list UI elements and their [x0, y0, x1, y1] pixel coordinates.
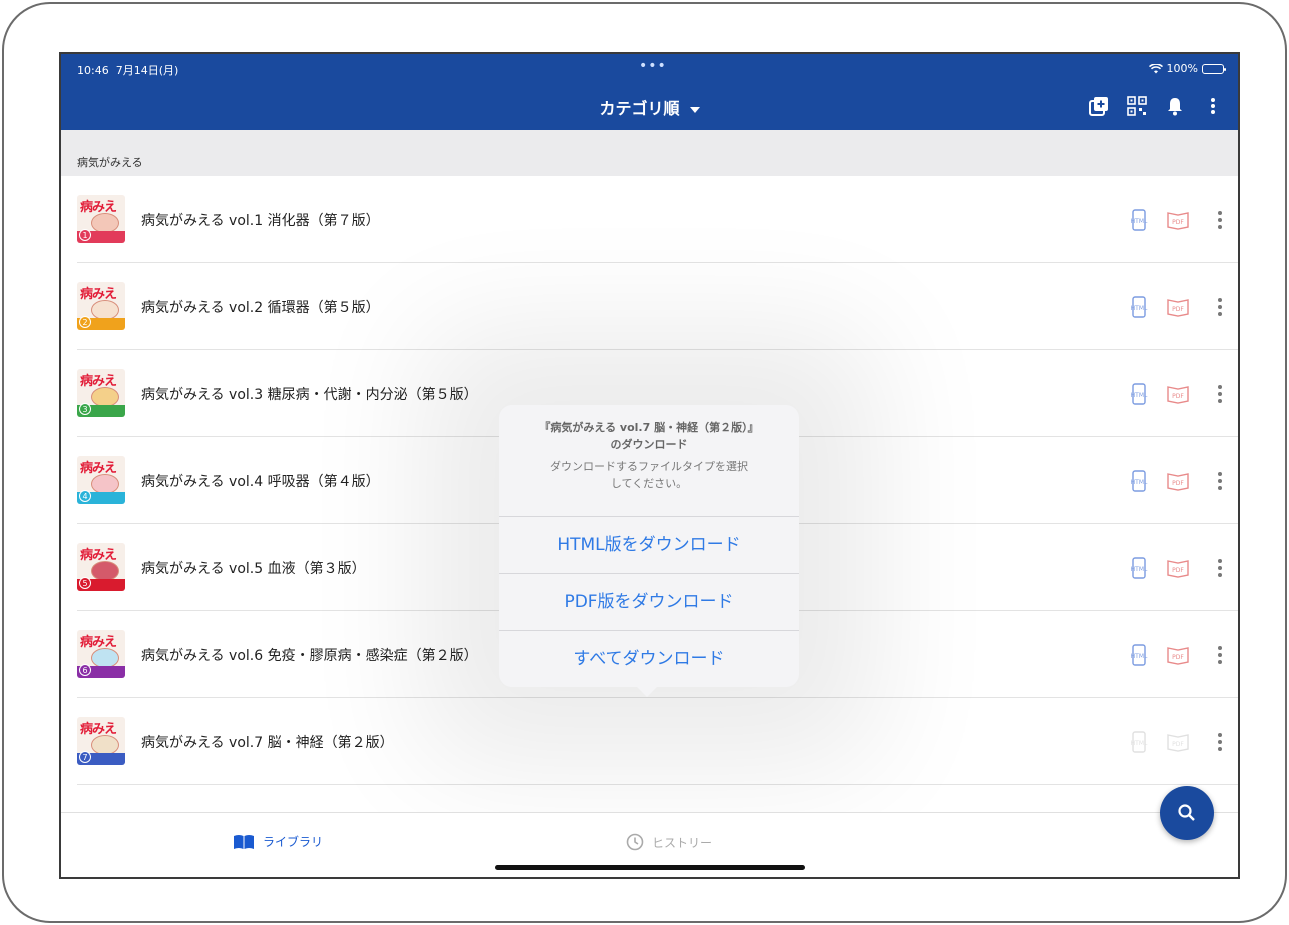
- battery-icon: [1202, 63, 1226, 74]
- tab-history[interactable]: ヒストリー: [626, 833, 712, 851]
- sort-selector[interactable]: カテゴリ順: [61, 95, 1238, 119]
- svg-text:PDF: PDF: [1172, 393, 1184, 400]
- book-title: 病気がみえる vol.1 消化器（第７版）: [141, 213, 380, 229]
- search-button[interactable]: [1160, 786, 1214, 840]
- list-item[interactable]: 病みえ 2 病気がみえる vol.2 循環器（第５版） HTML PDF: [77, 263, 1238, 350]
- add-book-icon[interactable]: [1088, 95, 1110, 117]
- wifi-icon: [1148, 63, 1163, 73]
- list-item[interactable]: 病みえ 7 病気がみえる vol.7 脳・神経（第２版） HTML PDF: [77, 698, 1238, 785]
- section-header: 病気がみえる: [61, 130, 1238, 176]
- svg-text:PDF: PDF: [1172, 219, 1184, 226]
- row-more-icon[interactable]: [1218, 733, 1222, 751]
- qr-code-icon[interactable]: [1126, 95, 1148, 117]
- svg-text:HTML: HTML: [1131, 218, 1148, 225]
- svg-text:HTML: HTML: [1131, 653, 1148, 660]
- pdf-download-icon[interactable]: PDF: [1166, 296, 1189, 318]
- sheet-message: ダウンロードするファイルタイプを選択 してください。: [550, 460, 748, 490]
- svg-text:HTML: HTML: [1131, 479, 1148, 486]
- pdf-download-icon[interactable]: PDF: [1166, 557, 1189, 579]
- clock-icon: [626, 833, 644, 851]
- book-cover: 病みえ 1: [77, 195, 125, 243]
- html-download-icon[interactable]: HTML: [1128, 383, 1150, 405]
- book-title: 病気がみえる vol.6 免疫・膠原病・感染症（第２版）: [141, 648, 478, 664]
- book-icon: [234, 834, 254, 849]
- nav-title: カテゴリ順: [599, 99, 680, 118]
- row-actions: HTML PDF: [1128, 731, 1222, 753]
- svg-text:HTML: HTML: [1131, 740, 1148, 747]
- list-item[interactable]: 病みえ 1 病気がみえる vol.1 消化器（第７版） HTML PDF: [77, 176, 1238, 263]
- book-cover: 病みえ 6: [77, 630, 125, 678]
- nav-bar: カテゴリ順: [61, 82, 1238, 130]
- pdf-download-icon[interactable]: PDF: [1166, 383, 1189, 405]
- row-more-icon[interactable]: [1218, 472, 1222, 490]
- row-actions: HTML PDF: [1128, 296, 1222, 318]
- html-download-icon[interactable]: HTML: [1128, 470, 1150, 492]
- html-download-icon[interactable]: HTML: [1128, 557, 1150, 579]
- battery-percent: 100%: [1166, 62, 1198, 75]
- download-html-button[interactable]: HTML版をダウンロード: [499, 516, 799, 573]
- row-actions: HTML PDF: [1128, 470, 1222, 492]
- book-title: 病気がみえる vol.3 糖尿病・代謝・内分泌（第５版）: [141, 387, 478, 403]
- row-actions: HTML PDF: [1128, 644, 1222, 666]
- svg-text:HTML: HTML: [1131, 305, 1148, 312]
- svg-text:HTML: HTML: [1131, 566, 1148, 573]
- download-action-sheet: 『病気がみえる vol.7 脳・神経（第２版）』 のダウンロード ダウンロードす…: [499, 405, 799, 697]
- svg-text:PDF: PDF: [1172, 741, 1184, 748]
- bell-icon[interactable]: [1164, 95, 1186, 117]
- status-bar: 10:46 7月14日(月) ••• 100%: [61, 54, 1238, 82]
- svg-text:PDF: PDF: [1172, 480, 1184, 487]
- pdf-download-icon[interactable]: PDF: [1166, 731, 1189, 753]
- section-title: 病気がみえる: [77, 156, 143, 169]
- pdf-download-icon[interactable]: PDF: [1166, 644, 1189, 666]
- tablet-frame: 10:46 7月14日(月) ••• 100% カテゴリ順 病気がみえる 病みえ…: [2, 2, 1287, 923]
- row-more-icon[interactable]: [1218, 211, 1222, 229]
- html-download-icon[interactable]: HTML: [1128, 296, 1150, 318]
- svg-text:PDF: PDF: [1172, 306, 1184, 313]
- svg-text:PDF: PDF: [1172, 567, 1184, 574]
- html-download-icon[interactable]: HTML: [1128, 644, 1150, 666]
- caret-down-icon: [689, 106, 700, 113]
- tab-library[interactable]: ライブラリ: [233, 833, 323, 850]
- pdf-download-icon[interactable]: PDF: [1166, 209, 1189, 231]
- book-cover: 病みえ 4: [77, 456, 125, 504]
- book-cover: 病みえ 5: [77, 543, 125, 591]
- status-time: 10:46 7月14日(月): [77, 64, 179, 77]
- book-title: 病気がみえる vol.7 脳・神経（第２版）: [141, 735, 394, 751]
- tab-history-label: ヒストリー: [652, 835, 713, 850]
- sheet-title: 『病気がみえる vol.7 脳・神経（第２版）』 のダウンロード: [539, 421, 759, 451]
- row-more-icon[interactable]: [1218, 385, 1222, 403]
- book-title: 病気がみえる vol.4 呼吸器（第４版）: [141, 474, 380, 490]
- row-actions: HTML PDF: [1128, 209, 1222, 231]
- book-title: 病気がみえる vol.2 循環器（第５版）: [141, 300, 380, 316]
- multitask-dots[interactable]: •••: [639, 58, 667, 74]
- download-pdf-button[interactable]: PDF版をダウンロード: [499, 573, 799, 630]
- row-actions: HTML PDF: [1128, 557, 1222, 579]
- html-download-icon[interactable]: HTML: [1128, 731, 1150, 753]
- book-cover: 病みえ 3: [77, 369, 125, 417]
- download-all-button[interactable]: すべてダウンロード: [499, 630, 799, 687]
- row-more-icon[interactable]: [1218, 298, 1222, 316]
- html-download-icon[interactable]: HTML: [1128, 209, 1150, 231]
- book-cover: 病みえ 2: [77, 282, 125, 330]
- svg-text:PDF: PDF: [1172, 654, 1184, 661]
- status-right: 100%: [1148, 62, 1226, 75]
- svg-text:HTML: HTML: [1131, 392, 1148, 399]
- app-screen: 10:46 7月14日(月) ••• 100% カテゴリ順 病気がみえる 病みえ…: [59, 52, 1240, 879]
- search-icon: [1178, 804, 1195, 821]
- row-more-icon[interactable]: [1218, 646, 1222, 664]
- tab-library-label: ライブラリ: [263, 835, 324, 849]
- nav-actions: [1088, 95, 1224, 117]
- pdf-download-icon[interactable]: PDF: [1166, 470, 1189, 492]
- home-indicator: [495, 865, 805, 870]
- row-more-icon[interactable]: [1218, 559, 1222, 577]
- row-actions: HTML PDF: [1128, 383, 1222, 405]
- more-vert-icon[interactable]: [1202, 95, 1224, 117]
- book-title: 病気がみえる vol.5 血液（第３版）: [141, 561, 366, 577]
- book-cover: 病みえ 7: [77, 717, 125, 765]
